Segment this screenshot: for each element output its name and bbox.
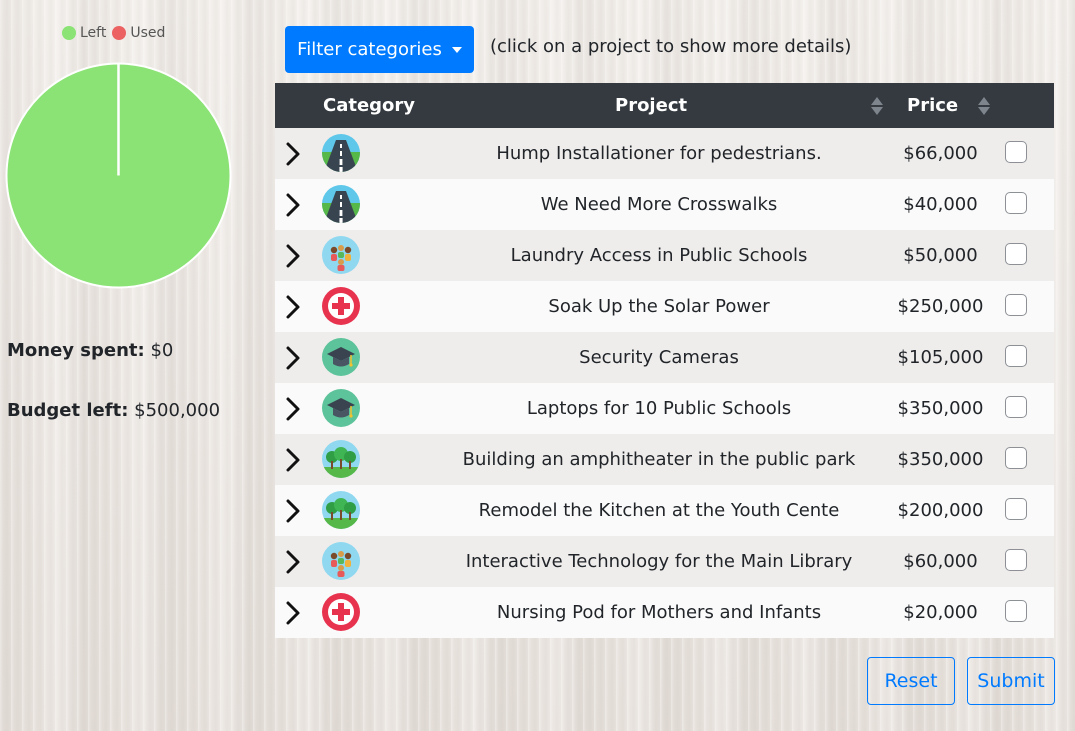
project-name[interactable]: Hump Installationer for pedestrians. (405, 128, 913, 179)
chevron-right-icon[interactable] (283, 293, 303, 321)
project-price: $60,000 (903, 551, 978, 572)
submit-button[interactable]: Submit (967, 657, 1055, 705)
chevron-right-icon[interactable] (283, 446, 303, 474)
legend-item-used[interactable]: Used (112, 25, 165, 41)
money-spent-label: Money spent: (7, 340, 145, 361)
sort-price-icon[interactable] (978, 96, 991, 115)
select-project-checkbox[interactable] (1005, 294, 1027, 316)
select-project-checkbox[interactable] (1005, 345, 1027, 367)
project-name[interactable]: Security Cameras (405, 332, 913, 383)
caret-down-icon (451, 46, 462, 53)
project-name[interactable]: Nursing Pod for Mothers and Infants (405, 587, 913, 638)
select-project-checkbox[interactable] (1005, 192, 1027, 214)
filter-categories-label: Filter categories (297, 39, 442, 60)
header-price-label: Price (907, 95, 959, 116)
header-project-label: Project (615, 95, 688, 116)
table-row[interactable]: Security Cameras $105,000 (275, 332, 1054, 383)
chevron-right-icon[interactable] (283, 497, 303, 525)
project-price: $66,000 (903, 143, 978, 164)
select-project-checkbox[interactable] (1005, 141, 1027, 163)
table-row[interactable]: Laptops for 10 Public Schools $350,000 (275, 383, 1054, 434)
project-price: $350,000 (897, 449, 984, 470)
project-price: $250,000 (897, 296, 984, 317)
project-price: $50,000 (903, 245, 978, 266)
table-row[interactable]: We Need More Crosswalks $40,000 (275, 179, 1054, 230)
table-body: Hump Installationer for pedestrians. $66,… (275, 128, 1054, 638)
table-row[interactable]: Laundry Access in Public Schools $50,000 (275, 230, 1054, 281)
budget-left-value: $500,000 (134, 400, 221, 421)
budget-pie-chart (5, 62, 232, 289)
project-price: $40,000 (903, 194, 978, 215)
project-price: $20,000 (903, 602, 978, 623)
select-project-checkbox[interactable] (1005, 549, 1027, 571)
filter-categories-button[interactable]: Filter categories (285, 26, 474, 73)
project-name[interactable]: Interactive Technology for the Main Libr… (405, 536, 913, 587)
legend-label-left: Left (80, 25, 107, 41)
table-header: Category Project Price (275, 83, 1054, 128)
chevron-right-icon[interactable] (283, 548, 303, 576)
project-name[interactable]: Building an amphitheater in the public p… (405, 434, 913, 485)
road-icon (322, 185, 360, 223)
chevron-right-icon[interactable] (283, 344, 303, 372)
table-row[interactable]: Remodel the Kitchen at the Youth Cente $2… (275, 485, 1054, 536)
select-project-checkbox[interactable] (1005, 447, 1027, 469)
pie-legend: Left Used (62, 24, 171, 42)
select-project-checkbox[interactable] (1005, 396, 1027, 418)
budget-left-label: Budget left: (7, 400, 129, 421)
chevron-right-icon[interactable] (283, 395, 303, 423)
health-cross-icon (322, 593, 360, 631)
project-name[interactable]: Remodel the Kitchen at the Youth Cente (405, 485, 913, 536)
community-icon (322, 542, 360, 580)
health-cross-icon (322, 287, 360, 325)
table-row[interactable]: Soak Up the Solar Power $250,000 (275, 281, 1054, 332)
project-name[interactable]: Soak Up the Solar Power (405, 281, 913, 332)
legend-swatch-used (112, 26, 127, 40)
table-row[interactable]: Interactive Technology for the Main Libr… (275, 536, 1054, 587)
project-name[interactable]: Laundry Access in Public Schools (405, 230, 913, 281)
table-row[interactable]: Hump Installationer for pedestrians. $66,… (275, 128, 1054, 179)
education-cap-icon (322, 389, 360, 427)
project-price: $105,000 (897, 347, 984, 368)
education-cap-icon (322, 338, 360, 376)
community-icon (322, 236, 360, 274)
details-hint: (click on a project to show more details… (490, 36, 852, 57)
legend-swatch-left (62, 26, 76, 40)
select-project-checkbox[interactable] (1005, 243, 1027, 265)
select-project-checkbox[interactable] (1005, 498, 1027, 520)
chevron-right-icon[interactable] (283, 140, 303, 168)
budget-left: Budget left: $500,000 (7, 400, 220, 421)
header-price[interactable]: Price (907, 83, 991, 128)
money-spent: Money spent: $0 (7, 340, 173, 361)
project-name[interactable]: We Need More Crosswalks (405, 179, 913, 230)
chevron-right-icon[interactable] (283, 599, 303, 627)
reset-button[interactable]: Reset (867, 657, 955, 705)
road-icon (322, 134, 360, 172)
legend-label-used: Used (130, 25, 166, 41)
park-trees-icon (322, 440, 360, 478)
project-name[interactable]: Laptops for 10 Public Schools (405, 383, 913, 434)
legend-item-left[interactable]: Left (62, 25, 106, 41)
sort-project-icon[interactable] (865, 83, 883, 128)
project-price: $350,000 (897, 398, 984, 419)
project-price: $200,000 (897, 500, 984, 521)
chevron-right-icon[interactable] (283, 191, 303, 219)
table-row[interactable]: Nursing Pod for Mothers and Infants $20,0… (275, 587, 1054, 638)
header-category: Category (323, 95, 416, 116)
select-project-checkbox[interactable] (1005, 600, 1027, 622)
projects-table: Category Project Price Hump Installation… (275, 83, 1054, 638)
chevron-right-icon[interactable] (283, 242, 303, 270)
table-row[interactable]: Building an amphitheater in the public p… (275, 434, 1054, 485)
header-project[interactable]: Project (615, 83, 687, 128)
money-spent-value: $0 (150, 340, 174, 361)
park-trees-icon (322, 491, 360, 529)
